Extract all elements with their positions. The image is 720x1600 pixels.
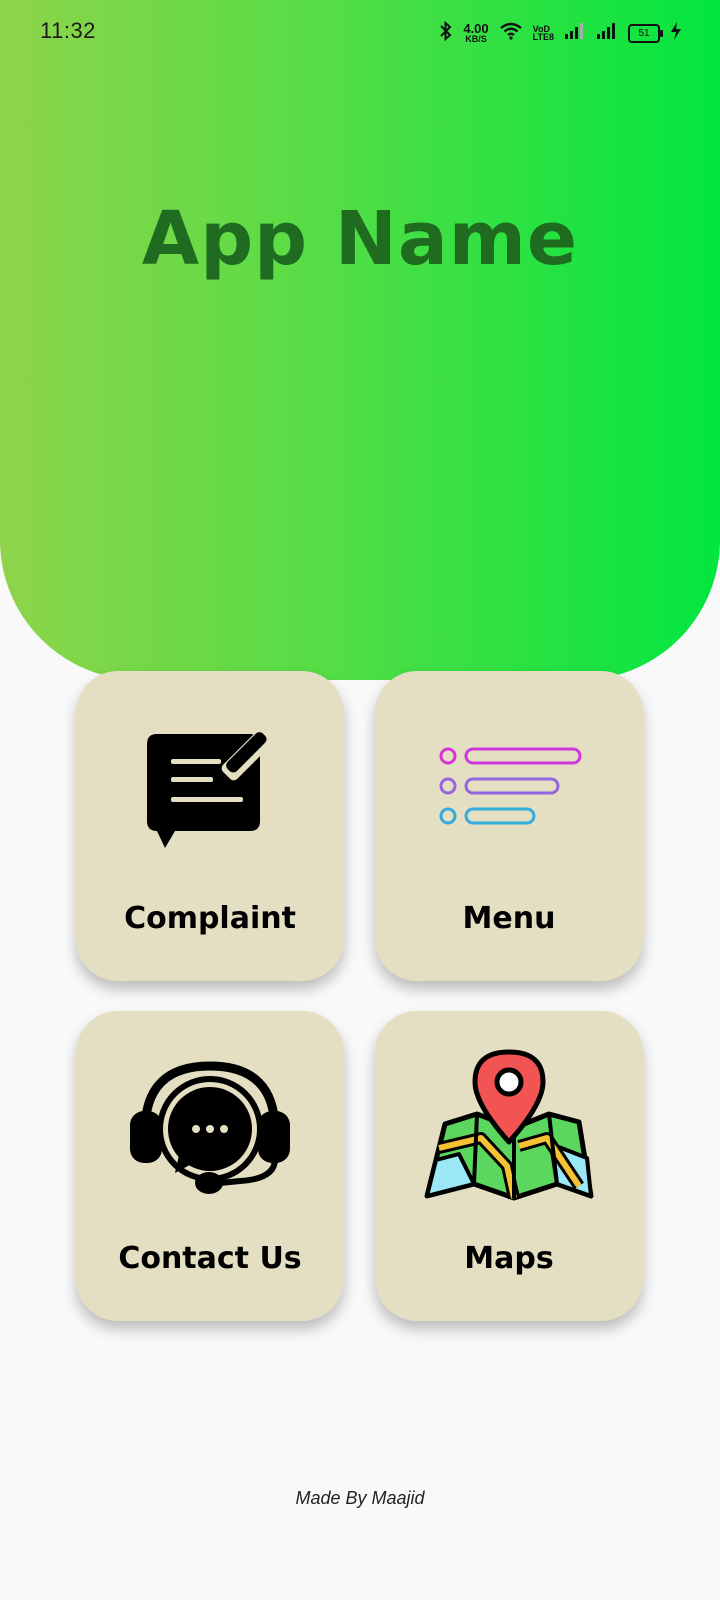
- bluetooth-icon: [439, 20, 453, 46]
- map-pin-icon: [375, 1049, 643, 1201]
- status-bar: 11:32 4.00 KB/S VoD LTE8 51: [0, 0, 720, 64]
- charging-icon: [670, 21, 682, 46]
- status-time: 11:32: [40, 18, 96, 43]
- app-title: App Name: [141, 196, 579, 282]
- signal-icon: [564, 22, 586, 45]
- volte-indicator: VoD LTE8: [532, 23, 554, 42]
- contact-us-label: Contact Us: [118, 1241, 302, 1276]
- footer-credit: Made By Maajid: [295, 1488, 425, 1508]
- menu-label: Menu: [462, 901, 556, 936]
- menu-card[interactable]: Menu: [375, 671, 643, 981]
- maps-card[interactable]: Maps: [375, 1011, 643, 1321]
- wifi-icon: [499, 22, 523, 45]
- complaint-label: Complaint: [124, 901, 296, 936]
- signal-icon: [596, 22, 618, 45]
- battery-icon: 51: [628, 23, 663, 43]
- header-background: [0, 0, 720, 680]
- maps-label: Maps: [464, 1241, 554, 1276]
- headset-support-icon: [76, 1051, 344, 1201]
- status-icons: 4.00 KB/S VoD LTE8 51: [439, 18, 682, 48]
- menu-list-icon: [375, 711, 643, 861]
- complaint-icon: [76, 711, 344, 861]
- contact-us-card[interactable]: Contact Us: [76, 1011, 344, 1321]
- complaint-card[interactable]: Complaint: [76, 671, 344, 981]
- network-speed: 4.00 KB/S: [463, 21, 489, 44]
